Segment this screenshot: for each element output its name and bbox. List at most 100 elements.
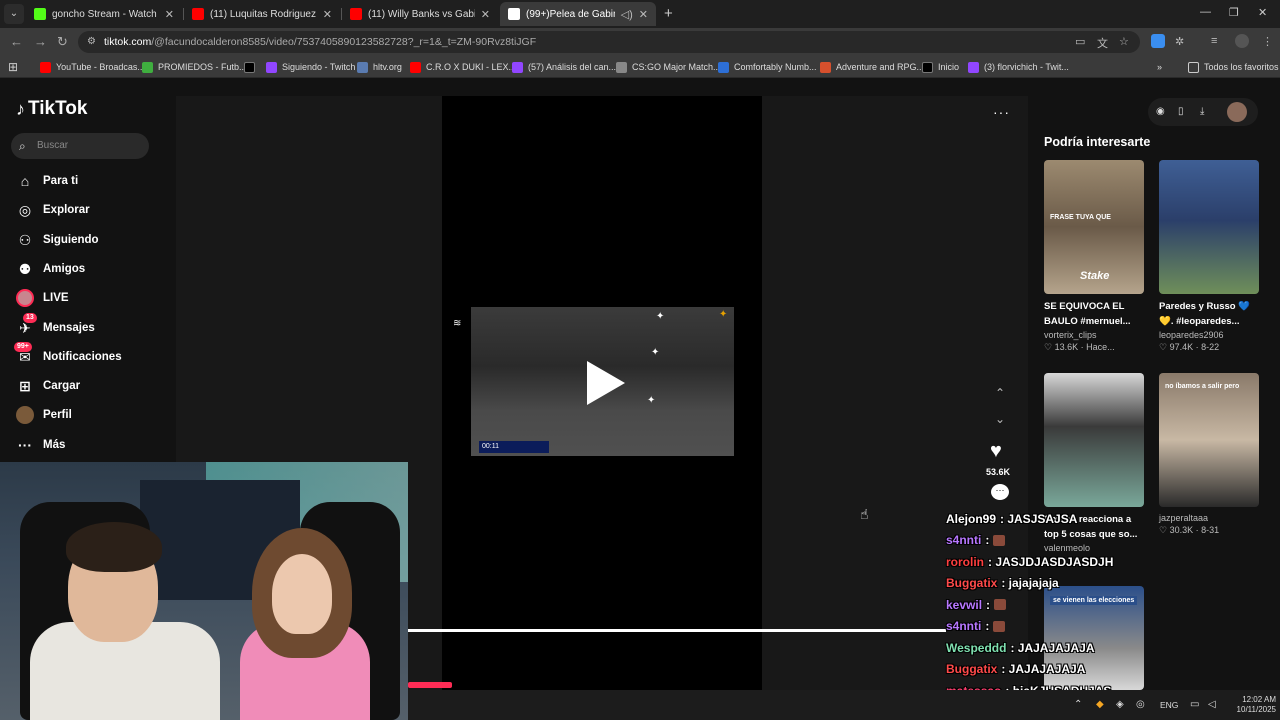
search-input[interactable]: ⌕ Buscar [11,133,149,159]
nav-item-mensajes[interactable]: ✈ 13 Mensajes [16,313,95,339]
minimize-icon[interactable]: — [1200,6,1211,18]
chat-emote-icon [993,534,1006,546]
translate-icon[interactable]: 文 [1097,35,1108,51]
bookmark-item[interactable]: PROMIEDOS - Futb... [142,59,247,75]
download-icon[interactable]: ⤓ [1200,106,1204,117]
home-icon: ⌂ [20,173,30,189]
bookmark-item[interactable]: (57) Análisis del can... [512,59,616,75]
bookmark-label: C.R.O X DUKI - LEX... [426,62,517,72]
bookmark-item[interactable] [244,59,260,75]
bookmark-item[interactable]: YouTube - Broadcas... [40,59,145,75]
comment-icon[interactable]: ··· [991,484,1009,500]
browser-tab[interactable]: (11) Willy Banks vs Gabino - CA ✕ [342,2,498,26]
nav-label: Mensajes [43,322,95,334]
bookmark-item[interactable]: CS:GO Major Match... [616,59,721,75]
coins-icon[interactable]: ◉ [1156,106,1165,117]
like-icon[interactable]: ♥ [990,440,1002,463]
video-progress-bar[interactable] [408,682,452,688]
device-icon[interactable]: ▯ [1178,106,1184,117]
tray-app-icon[interactable]: ◈ [1116,699,1124,710]
wasp-logo-icon: ✦ [647,395,656,406]
language-indicator[interactable]: ENG [1160,700,1178,710]
recommended-thumbnail[interactable] [1159,160,1259,294]
caption-icon[interactable]: ≋ [453,318,461,329]
bookmark-item[interactable]: Comfortably Numb... [718,59,817,75]
bookmark-favicon-icon [616,61,627,73]
bookmark-favicon-icon [266,61,277,73]
bookmark-item[interactable]: (3) florvichich - Twit... [968,59,1069,75]
reload-icon[interactable]: ↻ [57,34,68,50]
chat-username: Buggatix [946,662,998,677]
recommended-caption[interactable]: Paredes y Russo 💙💛. #leoparedes... [1159,299,1259,329]
clock[interactable]: 12:02 AM 10/11/2025 [1220,695,1276,715]
recommended-author[interactable]: vorterix_clips [1044,330,1144,340]
webcam-person [272,554,332,634]
tray-steam-icon[interactable]: ◎ [1136,699,1145,710]
profile-icon[interactable] [1235,34,1249,48]
volume-icon[interactable]: ◁ [1208,699,1216,710]
nav-item-live[interactable]: LIVE [16,287,69,309]
browser-tab[interactable]: (11) Luquitas Rodriguez - YouTu ✕ [184,2,340,26]
tab-audio-icon[interactable]: ◁) [621,8,633,21]
nav-label: LIVE [43,292,69,304]
cast-icon[interactable]: ▭ [1075,35,1085,48]
tray-expand-icon[interactable]: ⌃ [1074,699,1082,710]
forward-icon[interactable]: → [34,34,47,49]
url-host: tiktok.com [104,36,152,48]
extension-icon[interactable] [1151,34,1165,48]
all-bookmarks-folder[interactable]: Todos los favoritos [1188,59,1279,75]
back-icon[interactable]: ← [10,34,23,49]
bookmark-item[interactable]: Siguiendo - Twitch [266,59,355,75]
nav-item-m-s[interactable]: ··· Más [16,434,65,456]
bookmark-item[interactable]: hltv.org [357,59,402,75]
bookmark-item[interactable]: Inicio [922,59,959,75]
extensions-puzzle-icon[interactable]: ✲ [1175,35,1184,48]
tab-close-icon[interactable]: ✕ [165,8,174,21]
nav-item-cargar[interactable]: ⊞ Cargar [16,375,80,397]
account-avatar[interactable] [1227,102,1247,122]
tab-favicon-icon [34,8,46,20]
url-bar[interactable]: ⚙ tiktok.com/@facundocalderon8585/video/… [78,31,1140,53]
apps-grid-icon[interactable]: ⊞ [8,60,18,74]
browser-menu-icon[interactable]: ⋮ [1262,35,1273,48]
recommended-author[interactable]: leoparedes2906 [1159,330,1259,340]
nav-item-amigos[interactable]: ⚉ Amigos [16,258,85,280]
tab-close-icon[interactable]: ✕ [323,8,332,21]
tray-app-icon[interactable]: ◆ [1096,699,1104,710]
recommended-video-card[interactable]: no íbamos a salir pero jazperaltaaa ♡ 30.3… [1159,373,1259,536]
browser-tab[interactable]: (99+)Pelea de Gabino en M ◁) ✕ [500,2,656,26]
tab-search-icon[interactable]: ⌄ [4,4,24,24]
browser-tab[interactable]: goncho Stream - Watch Live on ✕ [26,2,182,26]
browser-tab-strip: ⌄ goncho Stream - Watch Live on✕(11) Luq… [0,0,1280,28]
recommended-thumbnail[interactable]: no íbamos a salir pero [1159,373,1259,507]
bookmark-star-icon[interactable]: ☆ [1119,35,1129,48]
recommended-author[interactable]: jazperaltaaa [1159,513,1259,523]
restore-icon[interactable]: ❐ [1229,6,1239,19]
close-window-icon[interactable]: ✕ [1258,6,1267,19]
tiktok-logo[interactable]: ♪ TikTok [16,98,87,120]
recommended-caption[interactable]: SE EQUIVOCA EL BAULO #mernuel... [1044,299,1144,329]
url-path: /@facundocalderon8585/video/753740589012… [151,36,537,48]
bookmark-item[interactable]: C.R.O X DUKI - LEX... [410,59,516,75]
recommended-video-card[interactable]: FRASE TUYA QUE Stake SE EQUIVOCA EL BAULO … [1044,160,1144,353]
nav-item-siguiendo[interactable]: ⚇ Siguiendo [16,229,99,251]
nav-item-notificaciones[interactable]: ✉ 99+ Notificaciones [14,342,122,368]
bookmarks-more-button[interactable]: » [1157,59,1162,75]
recommended-thumbnail[interactable] [1044,373,1144,507]
tab-close-icon[interactable]: ✕ [481,8,490,21]
recommended-video-card[interactable]: Paredes y Russo 💙💛. #leoparedes... leopar… [1159,160,1259,353]
nav-item-para-ti[interactable]: ⌂ Para ti [16,170,78,192]
play-icon[interactable] [587,361,625,405]
previous-video-icon[interactable]: ⌃ [995,386,1005,400]
nav-item-explorar[interactable]: ◎ Explorar [16,199,90,221]
next-video-icon[interactable]: ⌄ [995,412,1005,426]
bookmark-item[interactable]: Adventure and RPG... [820,59,924,75]
media-control-icon[interactable]: ≡ [1211,35,1217,47]
recommended-thumbnail[interactable]: FRASE TUYA QUE Stake [1044,160,1144,294]
tab-close-icon[interactable]: ✕ [639,8,648,21]
new-tab-button[interactable]: + [664,5,673,22]
nav-item-perfil[interactable]: Perfil [16,404,72,426]
more-options-icon[interactable]: ··· [993,104,1010,120]
network-icon[interactable]: ▭ [1190,699,1199,710]
site-info-icon[interactable]: ⚙ [87,31,96,53]
